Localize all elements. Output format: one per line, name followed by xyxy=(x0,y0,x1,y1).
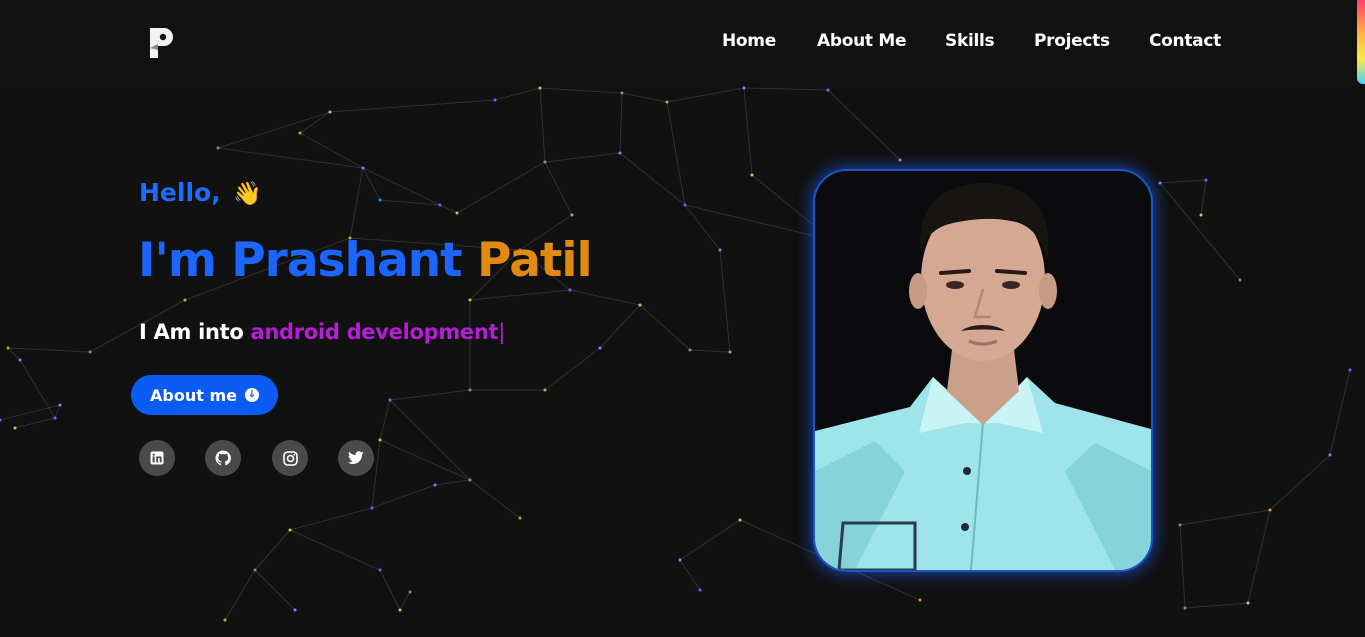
name-last: Patil xyxy=(477,233,593,288)
name-first: I'm Prashant xyxy=(138,233,463,288)
profile-photo-image xyxy=(815,171,1151,570)
hero-section: Hello, 👋 I'm Prashant Patil I Am into an… xyxy=(0,0,1365,637)
linkedin-link[interactable] xyxy=(139,440,175,476)
nav-home[interactable]: Home xyxy=(722,31,776,51)
github-icon xyxy=(215,450,231,466)
about-me-button-label: About me xyxy=(150,385,237,405)
nav-projects[interactable]: Projects xyxy=(1034,31,1110,51)
twitter-link[interactable] xyxy=(338,440,374,476)
nav-about-me[interactable]: About Me xyxy=(817,31,907,51)
nav-contact[interactable]: Contact xyxy=(1149,31,1221,51)
nav-skills[interactable]: Skills xyxy=(945,31,995,51)
linkedin-icon xyxy=(150,451,164,465)
greeting-text: Hello, xyxy=(139,178,221,207)
hero-name-heading: I'm Prashant Patil xyxy=(138,233,593,288)
typing-cursor: | xyxy=(498,320,506,344)
tagline-typed-text: android development xyxy=(250,320,499,344)
profile-photo xyxy=(813,169,1153,572)
tagline-static: I Am into xyxy=(139,320,244,344)
github-link[interactable] xyxy=(205,440,241,476)
about-me-button[interactable]: About me ↓ xyxy=(131,375,278,415)
instagram-link[interactable] xyxy=(272,440,308,476)
hero-tagline: I Am into android development| xyxy=(139,320,505,344)
navbar: Home About Me Skills Projects Contact xyxy=(0,0,1357,84)
social-links xyxy=(139,440,379,476)
instagram-icon xyxy=(282,450,298,466)
twitter-icon xyxy=(348,451,364,464)
scroll-progress-indicator[interactable] xyxy=(1357,0,1365,84)
greeting: Hello, 👋 xyxy=(139,178,262,207)
waving-hand-icon: 👋 xyxy=(233,181,263,207)
arrow-down-circle-icon: ↓ xyxy=(244,388,259,402)
nav-links: Home About Me Skills Projects Contact xyxy=(0,31,1357,55)
